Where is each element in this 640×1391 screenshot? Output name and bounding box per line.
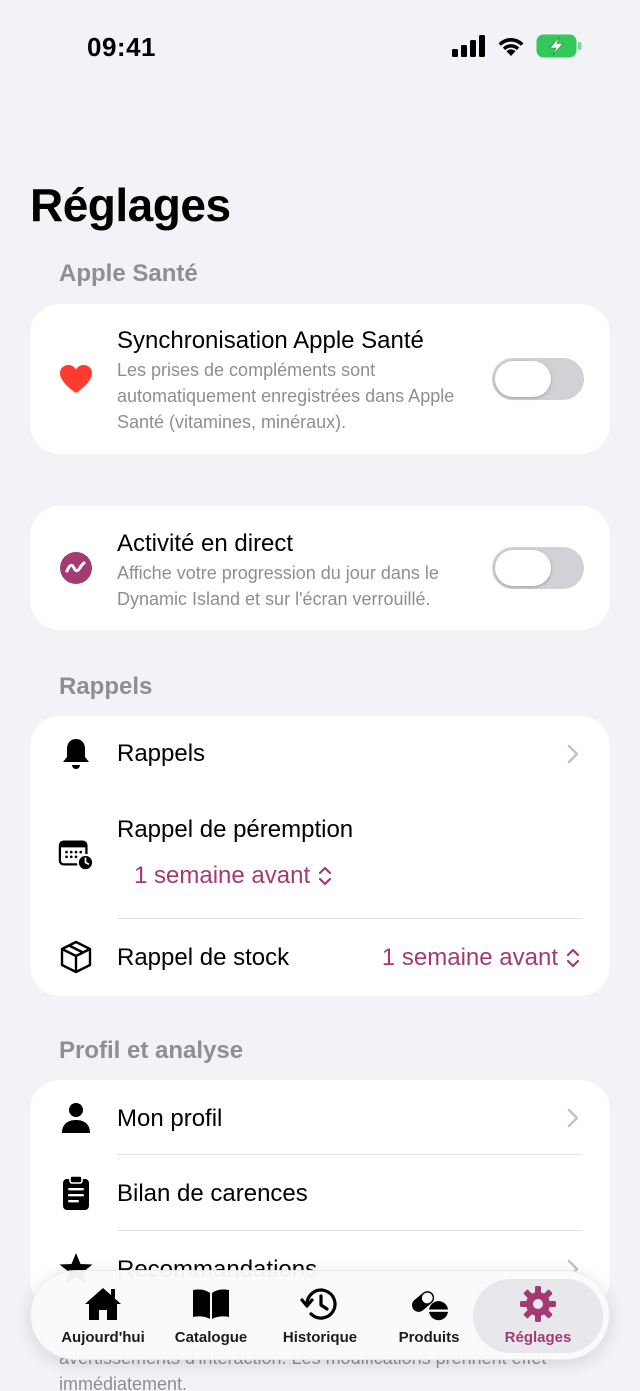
heart-icon — [58, 361, 94, 397]
health-sync-card: Synchronisation Apple Santé Les prises d… — [30, 304, 610, 454]
section-header-profile: Profil et analyse — [59, 1037, 244, 1064]
box-icon — [58, 939, 94, 975]
expiry-reminder-title: Rappel de péremption — [117, 816, 354, 843]
my-profile-row[interactable]: Mon profil — [30, 1080, 610, 1155]
stock-reminder-value: 1 semaine avant — [381, 944, 558, 971]
tab-today[interactable]: Aujourd'hui — [49, 1279, 157, 1353]
tab-label: Catalogue — [174, 1329, 248, 1346]
status-bar: 09:41 — [0, 0, 640, 95]
stock-reminder-row: Rappel de stock 1 semaine avant — [30, 919, 610, 996]
reminders-title: Rappels — [117, 740, 206, 767]
tab-label: Historique — [282, 1329, 358, 1346]
tab-label: Produits — [398, 1329, 460, 1346]
status-icons — [452, 34, 582, 58]
stock-reminder-title: Rappel de stock — [117, 944, 290, 971]
gear-icon — [518, 1285, 558, 1323]
history-icon — [300, 1285, 340, 1323]
wifi-icon — [498, 37, 524, 56]
live-activity-toggle[interactable] — [492, 547, 584, 589]
tab-settings[interactable]: Réglages — [473, 1279, 603, 1353]
live-activity-icon — [58, 550, 94, 586]
clipboard-icon — [58, 1175, 94, 1211]
toggle-knob — [495, 550, 551, 586]
reminders-card: Rappels Rappel de péremption 1 semaine a… — [30, 716, 610, 996]
tab-bar: Aujourd'hui Catalogue Historique Produit… — [30, 1270, 610, 1360]
book-icon — [191, 1285, 231, 1323]
chevron-up-down-icon — [319, 866, 332, 886]
tab-label: Réglages — [504, 1329, 572, 1346]
health-sync-toggle[interactable] — [492, 358, 584, 400]
reminders-row[interactable]: Rappels — [30, 716, 610, 792]
health-sync-subtitle: Les prises de compléments sont automatiq… — [117, 360, 455, 432]
live-activity-subtitle: Affiche votre progression du jour dans l… — [117, 563, 439, 609]
toggle-knob — [495, 361, 551, 397]
person-icon — [58, 1100, 94, 1136]
chevron-up-down-icon — [566, 948, 580, 968]
deficiency-title: Bilan de carences — [117, 1180, 308, 1207]
tab-catalogue[interactable]: Catalogue — [157, 1279, 265, 1353]
chevron-right-icon — [567, 1108, 579, 1128]
live-activity-row: Activité en direct Affiche votre progres… — [30, 506, 610, 630]
chevron-right-icon — [567, 744, 579, 764]
expiry-reminder-picker[interactable]: 1 semaine avant — [134, 862, 332, 890]
health-sync-title: Synchronisation Apple Santé — [117, 327, 424, 354]
status-time: 09:41 — [87, 32, 156, 62]
live-activity-title: Activité en direct — [117, 530, 294, 557]
deficiency-row[interactable]: Bilan de carences — [30, 1155, 610, 1231]
calendar-clock-icon — [58, 836, 94, 872]
live-activity-card: Activité en direct Affiche votre progres… — [30, 506, 610, 630]
expiry-reminder-row: Rappel de péremption 1 semaine avant — [30, 792, 610, 918]
battery-charging-icon — [536, 34, 582, 58]
page-title: Réglages — [30, 179, 231, 231]
section-header-apple-health: Apple Santé — [59, 260, 198, 287]
section-header-reminders: Rappels — [59, 673, 153, 700]
stock-reminder-picker[interactable]: 1 semaine avant — [382, 944, 580, 972]
my-profile-title: Mon profil — [117, 1105, 223, 1132]
tab-products[interactable]: Produits — [375, 1279, 483, 1353]
tab-label: Aujourd'hui — [61, 1329, 145, 1346]
bell-icon — [58, 736, 94, 772]
cellular-signal-icon — [452, 35, 485, 57]
tab-history[interactable]: Historique — [266, 1279, 374, 1353]
pills-icon — [409, 1285, 449, 1323]
house-icon — [83, 1285, 123, 1323]
expiry-reminder-value: 1 semaine avant — [134, 862, 311, 889]
health-sync-row: Synchronisation Apple Santé Les prises d… — [30, 304, 610, 454]
